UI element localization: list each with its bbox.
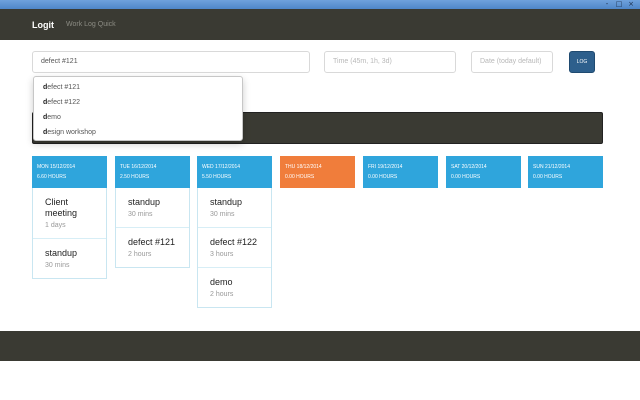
entry-duration: 2 hours — [128, 251, 152, 258]
suggestion-item[interactable]: defect #122 — [34, 95, 242, 110]
entry-list: standup 30 mins defect #121 2 hours — [115, 188, 190, 268]
suggestion-rest: emo — [47, 114, 61, 121]
day-column-sat: SAT 20/12/2014 0.00 HOURS — [446, 156, 521, 188]
list-item[interactable]: defect #122 3 hours — [198, 227, 271, 267]
entry-list: Client meeting 1 days standup 30 mins — [32, 188, 107, 279]
day-hours: 2.50 HOURS — [120, 174, 150, 180]
day-name: MON 15/12/2014 — [37, 164, 76, 170]
entry-title: standup — [128, 197, 161, 207]
day-name: SAT 20/12/2014 — [451, 164, 487, 170]
time-input[interactable]: Time (45m, 1h, 3d) — [324, 51, 456, 73]
suggestion-rest: efect #122 — [47, 99, 80, 106]
entry-title: Client meeting — [45, 197, 78, 218]
day-header[interactable]: SAT 20/12/2014 0.00 HOURS — [446, 156, 521, 188]
list-item[interactable]: defect #121 2 hours — [116, 227, 189, 267]
day-name: FRI 19/12/2014 — [368, 164, 403, 170]
minimize-icon[interactable]: - — [603, 1, 611, 8]
entry-title: defect #122 — [210, 237, 258, 247]
log-button[interactable]: LOG — [569, 51, 595, 73]
day-name: WED 17/12/2014 — [202, 164, 241, 170]
day-hours: 5.50 HOURS — [202, 174, 232, 180]
entry-title: standup — [45, 248, 78, 258]
day-hours: 6.60 HOURS — [37, 174, 67, 180]
browser-title-strip: - □ × — [0, 0, 640, 9]
day-header[interactable]: FRI 19/12/2014 0.00 HOURS — [363, 156, 438, 188]
close-icon[interactable]: × — [627, 1, 635, 8]
maximize-icon[interactable]: □ — [615, 1, 623, 8]
entry-duration: 1 days — [45, 222, 66, 229]
day-column-fri: FRI 19/12/2014 0.00 HOURS — [363, 156, 438, 188]
day-hours: 0.00 HOURS — [285, 174, 315, 180]
list-item[interactable]: Client meeting 1 days — [33, 188, 106, 238]
suggestion-rest: esign workshop — [47, 129, 96, 136]
footer-bar — [0, 331, 640, 361]
date-input[interactable]: Date (today default) — [471, 51, 553, 73]
entry-duration: 3 hours — [210, 251, 234, 258]
brand-logo[interactable]: Logit — [32, 20, 54, 30]
task-input[interactable]: defect #121 — [32, 51, 310, 73]
day-hours: 0.00 HOURS — [533, 174, 563, 180]
day-name: SUN 21/12/2014 — [533, 164, 570, 170]
day-header[interactable]: WED 17/12/2014 5.50 HOURS — [197, 156, 272, 188]
suggestion-rest: efect #121 — [47, 84, 80, 91]
top-navbar: Logit Work Log Quick — [0, 9, 640, 40]
day-header-today[interactable]: THU 18/12/2014 0.00 HOURS — [280, 156, 355, 188]
entry-duration: 30 mins — [128, 211, 153, 218]
day-column-sun: SUN 21/12/2014 0.00 HOURS — [528, 156, 603, 188]
suggestion-item[interactable]: demo — [34, 110, 242, 125]
autocomplete-dropdown: defect #121 defect #122 demo design work… — [33, 76, 243, 141]
day-column-wed: WED 17/12/2014 5.50 HOURS standup 30 min… — [197, 156, 272, 308]
suggestion-item[interactable]: design workshop — [34, 125, 242, 140]
suggestion-item[interactable]: defect #121 — [34, 80, 242, 95]
list-item[interactable]: standup 30 mins — [33, 238, 106, 278]
day-header[interactable]: SUN 21/12/2014 0.00 HOURS — [528, 156, 603, 188]
entry-title: standup — [210, 197, 243, 207]
list-item[interactable]: standup 30 mins — [198, 188, 271, 227]
day-column-thu: THU 18/12/2014 0.00 HOURS — [280, 156, 355, 188]
day-column-tue: TUE 16/12/2014 2.50 HOURS standup 30 min… — [115, 156, 190, 268]
entry-title: demo — [210, 277, 233, 287]
day-name: TUE 16/12/2014 — [120, 164, 157, 170]
entry-duration: 2 hours — [210, 291, 234, 298]
entry-title: defect #121 — [128, 237, 176, 247]
day-header[interactable]: TUE 16/12/2014 2.50 HOURS — [115, 156, 190, 188]
entry-list: standup 30 mins defect #122 3 hours demo… — [197, 188, 272, 308]
day-column-mon: MON 15/12/2014 6.60 HOURS Client meeting… — [32, 156, 107, 279]
day-name: THU 18/12/2014 — [285, 164, 322, 170]
list-item[interactable]: demo 2 hours — [198, 267, 271, 307]
nav-link-work-log-quick[interactable]: Work Log Quick — [66, 21, 116, 28]
day-hours: 0.00 HOURS — [368, 174, 398, 180]
list-item[interactable]: standup 30 mins — [116, 188, 189, 227]
entry-duration: 30 mins — [210, 211, 235, 218]
entry-duration: 30 mins — [45, 262, 70, 269]
day-hours: 0.00 HOURS — [451, 174, 481, 180]
day-header[interactable]: MON 15/12/2014 6.60 HOURS — [32, 156, 107, 188]
